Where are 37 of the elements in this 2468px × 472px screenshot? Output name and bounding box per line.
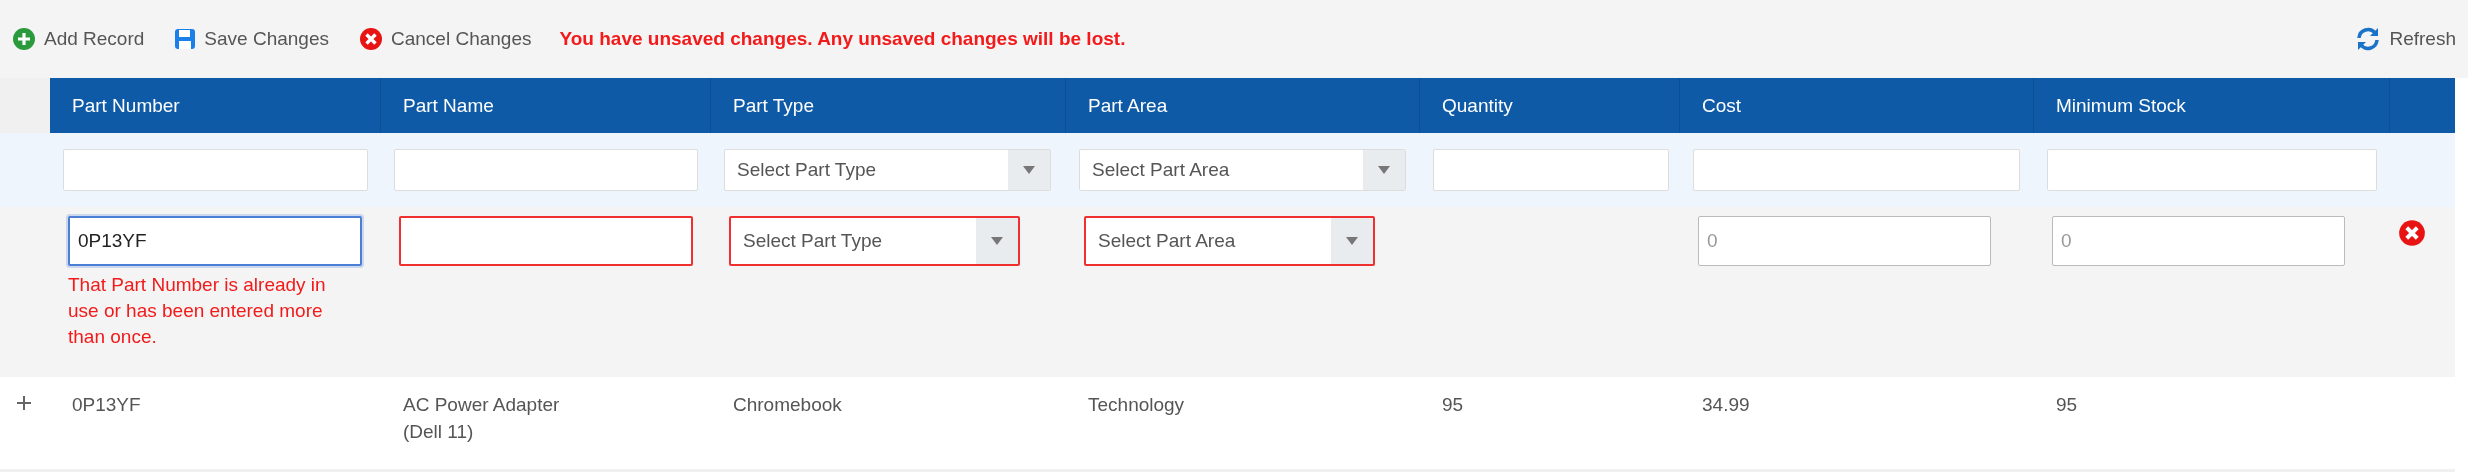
filter-field[interactable] [1433,149,1669,191]
refresh-icon [2355,26,2382,52]
add-icon [12,27,36,51]
caret-icon [1346,237,1358,245]
add-record-button[interactable]: Add Record [10,23,147,55]
filter-field[interactable] [1693,149,2020,191]
filter-field[interactable] [63,149,368,191]
table-cell-text: 95 [2055,393,2079,417]
table-cell-text: AC Power Adapter (Dell 11) [402,393,561,444]
cancel-changes-button[interactable]: Cancel Changes [357,23,534,55]
filter-dropdown[interactable]: Select Part Area [1079,149,1406,191]
input-field[interactable]: 0 [1698,216,1991,266]
input-field[interactable]: 0 [2052,216,2345,266]
part-dropdown[interactable]: Select Part Area [1084,216,1375,266]
caret-icon [991,237,1003,245]
caret-icon [1023,166,1035,174]
table-cell-text: 0P13YF [71,393,142,417]
refresh-button[interactable]: Refresh [2353,22,2458,56]
table-cell-text: Chromebook [732,393,843,417]
table-cell-text: 95 [1441,393,1465,417]
save-changes-button[interactable]: Save Changes [172,24,331,54]
cancel-icon [2398,219,2426,247]
caret-icon [1378,166,1390,174]
save-icon [174,28,197,50]
table-cell-text: Technology [1087,393,1186,417]
table-cell-text: 34.99 [1701,393,1751,417]
part-dropdown[interactable]: Select Part Type [729,216,1020,266]
unsaved-changes-warning: You have unsaved changes. Any unsaved changes will be lost. [559,28,1126,50]
filter-field[interactable] [2047,149,2377,191]
input-field[interactable] [399,216,693,266]
error-message: That Part Number is already in use or has been entered more than once. [68,273,327,349]
filter-dropdown[interactable]: Select Part Type [724,149,1051,191]
input-field[interactable]: 0P13YF [68,216,362,266]
plus-icon [16,395,32,411]
remove-row-button[interactable] [2398,219,2426,247]
cancel-icon [359,27,383,51]
filter-field[interactable] [394,149,698,191]
